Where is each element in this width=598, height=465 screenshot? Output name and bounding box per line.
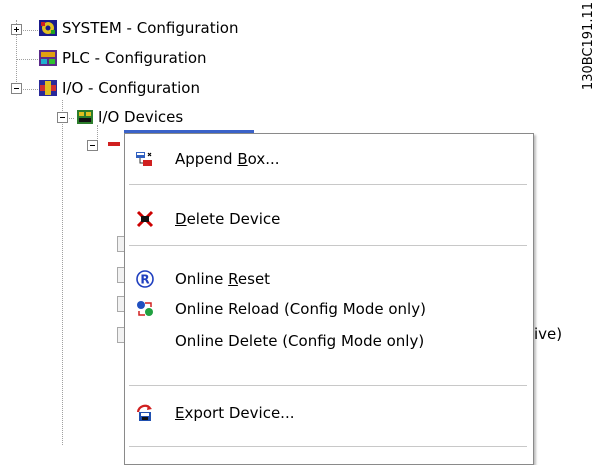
system-config-icon [39, 20, 57, 36]
tree-connector [62, 100, 63, 445]
menu-item-append-box[interactable]: Append Box... [125, 144, 533, 174]
menu-separator [129, 184, 527, 186]
tree-item-label: I/O Devices [98, 108, 184, 126]
delete-device-icon [136, 210, 154, 228]
collapse-icon[interactable] [87, 140, 98, 151]
context-menu: Append Box... Delete Device R Online Res… [124, 133, 534, 465]
io-devices-icon [77, 110, 93, 124]
tree-item-label: PLC - Configuration [62, 49, 207, 67]
tree-connector [16, 59, 38, 60]
figure-code: 130BC191.11 [581, 2, 596, 91]
menu-item-label: Online Delete (Config Mode only) [175, 332, 425, 350]
menu-item-label: Online Reload (Config Mode only) [175, 300, 426, 318]
menu-item-online-reload[interactable]: Online Reload (Config Mode only) [125, 294, 533, 324]
expand-icon[interactable] [11, 24, 22, 35]
append-box-icon [136, 152, 152, 166]
tree-item-label: I/O - Configuration [62, 79, 200, 97]
tree-item-label: SYSTEM - Configuration [62, 19, 239, 37]
online-reset-icon: R [136, 270, 154, 288]
menu-separator [129, 446, 527, 448]
tree-item-label-partial: ive) [534, 325, 563, 343]
export-device-icon [136, 404, 152, 421]
online-reload-icon [137, 301, 153, 316]
plc-config-icon [39, 50, 57, 66]
menu-item-delete-device[interactable]: Delete Device [125, 204, 533, 234]
menu-separator [129, 385, 527, 387]
io-config-icon [39, 80, 57, 96]
collapse-icon[interactable] [11, 83, 22, 94]
menu-item-online-reset[interactable]: R Online Reset [125, 264, 533, 294]
tree-connector [20, 30, 38, 31]
menu-item-online-delete[interactable]: Online Delete (Config Mode only) [125, 326, 533, 356]
menu-separator [129, 245, 527, 247]
collapse-icon[interactable] [57, 112, 68, 123]
svg-text:R: R [140, 273, 149, 287]
menu-item-label: Append Box... [175, 150, 280, 168]
menu-item-label: Online Reset [175, 270, 271, 288]
device-icon [108, 142, 120, 146]
menu-item-label: Export Device... [175, 404, 295, 422]
tree-connector [20, 89, 38, 90]
menu-item-export-device[interactable]: Export Device... [125, 398, 533, 428]
menu-item-label: Delete Device [175, 210, 281, 228]
